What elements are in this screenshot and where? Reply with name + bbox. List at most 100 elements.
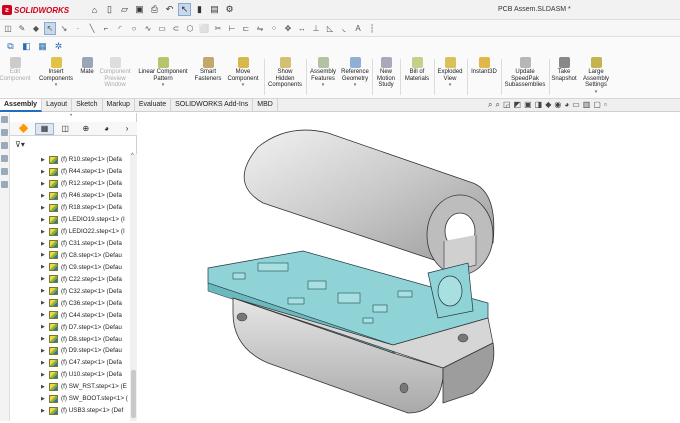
arc-icon[interactable]: ◜ (114, 22, 126, 35)
strip-icon[interactable] (1, 129, 8, 136)
zoom-area-icon[interactable]: ⌕ (495, 100, 499, 110)
tab-assembly[interactable]: Assembly (0, 99, 43, 112)
component-icon[interactable]: ◫ (2, 22, 14, 35)
tree-item[interactable]: ▶ (f) C32.step<1> (Defa (10, 285, 130, 297)
tab-evaluate[interactable]: Evaluate (135, 99, 172, 112)
select-icon[interactable]: ↖ (178, 3, 191, 16)
tree-item[interactable]: ▶ (f) U10.step<1> (Defa (10, 369, 130, 381)
large-assembly-settings-button[interactable]: Large Assembly Settings ▾ (580, 57, 612, 95)
section-view-icon[interactable]: ◩ (514, 100, 522, 110)
expand-arrow-icon[interactable]: ▶ (41, 324, 49, 330)
propertymanager-tab-icon[interactable]: ▦ (34, 122, 55, 135)
dropdown-arrow-icon[interactable]: ▾ (595, 89, 598, 96)
sketch-plane-icon[interactable]: ⬜ (198, 22, 210, 35)
expand-arrow-icon[interactable]: ▶ (41, 264, 49, 270)
save-icon[interactable]: ▣ (133, 3, 146, 16)
circle-icon[interactable]: ○ (128, 22, 140, 35)
strip-icon[interactable] (1, 181, 8, 188)
mirror-icon[interactable]: ⇋ (254, 22, 266, 35)
tab-layout[interactable]: Layout (42, 99, 73, 112)
window-icon[interactable]: ▫ (604, 100, 607, 110)
expand-arrow-icon[interactable]: ▶ (41, 217, 49, 223)
grid-icon[interactable]: ▦ (36, 40, 49, 53)
polygon-icon[interactable]: ⬡ (184, 22, 196, 35)
spline-icon[interactable]: ∿ (142, 22, 154, 35)
tree-item[interactable]: ▶ (f) C8.step<1> (Defau (10, 250, 130, 262)
reference-geometry-button[interactable]: Reference Geometry ▾ (339, 57, 371, 89)
take-snapshot-button[interactable]: Take Snapshot (551, 57, 577, 82)
dropdown-arrow-icon[interactable]: ▾ (322, 82, 325, 89)
panel-grip-icon[interactable]: • (70, 113, 72, 119)
select-filter-icon[interactable]: ↘ (58, 22, 70, 35)
pattern-icon[interactable]: ⁘ (268, 22, 280, 35)
scroll-up-icon[interactable]: ^ (131, 153, 134, 159)
settings-icon[interactable]: ✲ (52, 40, 65, 53)
part-icon[interactable]: ◧ (20, 40, 33, 53)
tree-item[interactable]: ▶ (f) R18.step<1> (Defa (10, 202, 130, 214)
display-manager-tab-icon[interactable]: ◕ (97, 123, 117, 135)
expand-arrow-icon[interactable]: ▶ (41, 384, 49, 390)
tree-item[interactable]: ▶ (f) D8.step<1> (Defau (10, 333, 130, 345)
scroll-thumb[interactable] (131, 370, 136, 418)
show-hidden-components-button[interactable]: Show Hidden Components (266, 57, 304, 89)
view-orientation-icon[interactable]: ◨ (535, 100, 543, 110)
solidworks-logo[interactable]: ƨ SOLIDWORKS (2, 3, 69, 17)
pencil-icon[interactable]: ✎ (16, 22, 28, 35)
tab-addins[interactable]: SOLIDWORKS Add-Ins (171, 99, 254, 112)
open-icon[interactable]: ▱ (118, 3, 131, 16)
expand-arrow-icon[interactable]: ▶ (41, 181, 49, 187)
text-icon[interactable]: A (352, 22, 364, 35)
mate-button[interactable]: Mate (78, 57, 96, 76)
tree-item[interactable]: ▶ (f) C9.step<1> (Defau (10, 261, 130, 273)
edit-component-button[interactable]: Edit Component (0, 57, 31, 82)
graphics-area[interactable] (138, 113, 680, 421)
filter-icon[interactable]: ⊽▾ (15, 140, 25, 149)
bill-of-materials-button[interactable]: Bill of Materials (402, 57, 432, 82)
line-icon[interactable]: ╲ (86, 22, 98, 35)
select-arrow-icon[interactable]: ↖ (44, 21, 56, 35)
expand-arrow-icon[interactable]: ▶ (41, 336, 49, 342)
move-component-button[interactable]: Move Component ▾ (226, 57, 260, 89)
expand-arrow-icon[interactable]: ▶ (41, 372, 49, 378)
tree-item[interactable]: ▶ (f) R46.step<1> (Defa (10, 190, 130, 202)
expand-arrow-icon[interactable]: ▶ (41, 252, 49, 258)
new-document-icon[interactable]: ▯ (103, 3, 116, 16)
expand-arrow-icon[interactable]: ▶ (41, 241, 49, 247)
relation-icon[interactable]: ⊥ (310, 22, 322, 35)
undo-icon[interactable]: ↶ (163, 3, 176, 16)
instant3d-button[interactable]: Instant3D (469, 57, 499, 76)
expand-arrow-icon[interactable]: ▶ (41, 408, 49, 414)
extend-icon[interactable]: ⊢ (226, 22, 238, 35)
top-cover-shell[interactable] (243, 129, 495, 276)
fillet-icon[interactable]: ◟ (338, 22, 350, 35)
offset-icon[interactable]: ⊏ (240, 22, 252, 35)
linear-pattern-button[interactable]: Linear Component Pattern ▾ (134, 57, 192, 89)
expand-arrow-icon[interactable]: ▶ (41, 169, 49, 175)
trim-icon[interactable]: ✂ (212, 22, 224, 35)
hide-show-icon[interactable]: ◉ (554, 100, 561, 110)
dropdown-arrow-icon[interactable]: ▾ (354, 82, 357, 89)
insert-components-button[interactable]: Insert Components ▾ (36, 57, 76, 89)
tree-item[interactable]: ▶ (f) R12.step<1> (Defa (10, 178, 130, 190)
tree-item[interactable]: ▶ (f) D7.step<1> (Defau (10, 321, 130, 333)
assembly-features-button[interactable]: Assembly Features ▾ (308, 57, 338, 89)
tree-item[interactable]: ▶ (f) R44.step<1> (Defa (10, 166, 130, 178)
tree-item[interactable]: ▶ (f) LEDIO19.step<1> (I (10, 214, 130, 226)
update-speedpak-button[interactable]: Update SpeedPak Subassemblies (503, 57, 547, 89)
view-settings-icon[interactable]: ▥ (583, 100, 591, 110)
tab-sketch[interactable]: Sketch (72, 99, 103, 112)
point-icon[interactable]: · (72, 22, 84, 35)
tree-item[interactable]: ▶ (f) LEDIO22.step<1> (I (10, 226, 130, 238)
strip-icon[interactable] (1, 168, 8, 175)
zoom-to-fit-icon[interactable]: ⌕ (488, 100, 492, 110)
smart-fasteners-button[interactable]: Smart Fasteners (193, 57, 223, 82)
slot-icon[interactable]: ⊂ (170, 22, 182, 35)
tree-item[interactable]: ▶ (f) D9.step<1> (Defau (10, 345, 130, 357)
exploded-view-button[interactable]: Exploded View ▾ (436, 57, 464, 89)
expand-arrow-icon[interactable]: ▶ (41, 300, 49, 306)
expand-panel-icon[interactable]: › (117, 123, 137, 135)
options-gear-icon[interactable]: ⚙ (223, 3, 236, 16)
assembly-icon[interactable]: ⧉ (4, 40, 17, 53)
expand-arrow-icon[interactable]: ▶ (41, 348, 49, 354)
expand-arrow-icon[interactable]: ▶ (41, 157, 49, 163)
